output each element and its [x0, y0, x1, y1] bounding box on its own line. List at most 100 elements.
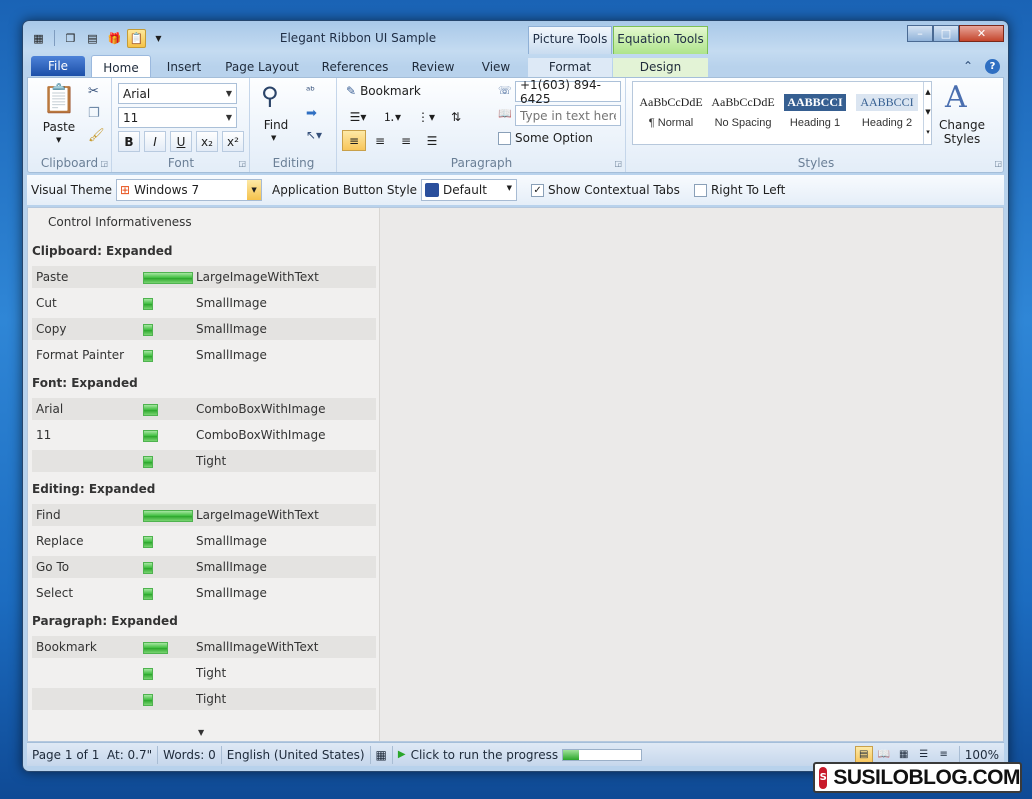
informativeness-slider[interactable] [143, 298, 153, 310]
document-icon[interactable]: ▤ [83, 29, 102, 48]
informativeness-slider[interactable] [143, 536, 153, 548]
font-launcher-icon[interactable]: ◲ [238, 159, 246, 168]
page-indicator[interactable]: Page 1 of 1 At: 0.7" [27, 745, 159, 764]
control-row[interactable]: 11 ComboBoxWithImage [32, 424, 376, 446]
bullets-icon[interactable]: ☰▾ [342, 106, 374, 127]
informativeness-slider[interactable] [143, 456, 153, 468]
scroll-down-icon[interactable]: ▼ [198, 728, 204, 737]
change-styles-button[interactable]: Change Styles [939, 118, 985, 146]
format-painter-icon[interactable]: 🖌 [88, 128, 105, 143]
word-count[interactable]: Words: 0 [158, 745, 222, 764]
bookmark-button[interactable]: ✎ Bookmark [346, 84, 421, 98]
replace-icon[interactable]: ᵃᵇ [306, 84, 315, 97]
macro-icon[interactable]: ▦ [371, 745, 393, 764]
align-center-icon[interactable]: ≡ [368, 130, 392, 151]
tab-home[interactable]: Home [91, 55, 151, 78]
numbering-icon[interactable]: ⒈▾ [376, 106, 408, 127]
sort-icon[interactable]: ⇅ [444, 106, 468, 127]
tab-review[interactable]: Review [405, 58, 461, 77]
close-button[interactable]: ✕ [959, 25, 1004, 42]
font-family-combo[interactable]: Arial ▼ [118, 83, 237, 104]
paste-icon[interactable]: 📋 [127, 28, 146, 48]
informativeness-slider[interactable] [143, 694, 153, 706]
tab-references[interactable]: References [317, 58, 393, 77]
draft-icon[interactable]: ≡ [935, 746, 953, 764]
font-size-combo[interactable]: 11 ▼ [118, 107, 237, 128]
text-input[interactable] [515, 105, 621, 126]
tab-insert[interactable]: Insert [158, 58, 210, 77]
zoom-level[interactable]: 100% [958, 745, 1004, 764]
style-no-spacing[interactable]: AaBbCcDdE No Spacing [707, 82, 779, 144]
minimize-button[interactable]: – [907, 25, 933, 42]
reading-layout-icon[interactable]: 📖 [875, 746, 893, 764]
italic-button[interactable]: I [144, 131, 166, 152]
control-row[interactable]: Tight [32, 688, 376, 710]
gallery-scroll[interactable]: ▲ ▼ ▾ [923, 82, 932, 144]
style-normal[interactable]: AaBbCcDdE ¶ Normal [635, 82, 707, 144]
print-layout-icon[interactable]: ▤ [854, 745, 873, 764]
control-row[interactable]: Tight [32, 662, 376, 684]
tab-page-layout[interactable]: Page Layout [221, 58, 303, 77]
informativeness-slider[interactable] [143, 642, 168, 654]
some-option-checkbox[interactable]: Some Option [498, 131, 593, 145]
multilevel-list-icon[interactable]: ⋮▾ [410, 106, 442, 127]
gift-icon[interactable]: 🎁 [105, 29, 124, 48]
find-dropdown-icon[interactable]: ▼ [271, 134, 276, 142]
language[interactable]: English (United States) [222, 745, 371, 764]
tab-design[interactable]: Design [613, 58, 708, 77]
underline-button[interactable]: U [170, 131, 192, 152]
justify-icon[interactable]: ☰ [420, 130, 444, 151]
informativeness-slider[interactable] [143, 324, 153, 336]
informativeness-slider[interactable] [143, 510, 193, 522]
control-row[interactable]: Paste LargeImageWithText [32, 266, 376, 288]
style-heading-2[interactable]: AABBCCI Heading 2 [851, 82, 923, 144]
tab-format[interactable]: Format [528, 58, 612, 77]
control-row[interactable]: Tight [32, 450, 376, 472]
tab-view[interactable]: View [473, 58, 519, 77]
copy-icon[interactable]: ❐ [61, 29, 80, 48]
file-button[interactable]: File [31, 56, 85, 76]
informativeness-slider[interactable] [143, 272, 193, 284]
phone-field[interactable]: +1(603) 894-6425 [515, 78, 621, 106]
paragraph-launcher-icon[interactable]: ◲ [614, 159, 622, 168]
minimize-ribbon-icon[interactable]: ⌃ [963, 59, 973, 73]
change-styles-icon[interactable]: A [945, 80, 967, 115]
find-button[interactable]: Find [261, 118, 291, 132]
cut-icon[interactable]: ✂ [88, 84, 99, 99]
align-left-icon[interactable]: ≡ [342, 130, 366, 151]
control-row[interactable]: Cut SmallImage [32, 292, 376, 314]
align-right-icon[interactable]: ≡ [394, 130, 418, 151]
control-row[interactable]: Format Painter SmallImage [32, 344, 376, 366]
binoculars-icon[interactable]: ⚲ [261, 82, 279, 110]
copy-small-icon[interactable]: ❐ [88, 106, 100, 121]
clipboard-launcher-icon[interactable]: ◲ [100, 159, 108, 168]
control-row[interactable]: Select SmallImage [32, 582, 376, 604]
control-row[interactable]: Go To SmallImage [32, 556, 376, 578]
control-row[interactable]: Bookmark SmallImageWithText [32, 636, 376, 658]
informativeness-slider[interactable] [143, 350, 153, 362]
informativeness-slider[interactable] [143, 668, 153, 680]
maximize-button[interactable]: □ [933, 25, 959, 42]
informativeness-slider[interactable] [143, 430, 158, 442]
outline-icon[interactable]: ☰ [915, 746, 933, 764]
go-to-arrow-icon[interactable]: ➡ [306, 106, 317, 121]
control-row[interactable]: Replace SmallImage [32, 530, 376, 552]
app-button-style-combo[interactable]: Default ▼ [421, 179, 518, 201]
control-row[interactable]: Arial ComboBoxWithImage [32, 398, 376, 420]
help-icon[interactable]: ? [985, 59, 1000, 74]
paste-button[interactable]: Paste [38, 120, 80, 134]
right-to-left-checkbox[interactable]: Right To Left [693, 183, 785, 197]
control-row[interactable]: Find LargeImageWithText [32, 504, 376, 526]
subscript-button[interactable]: x₂ [196, 131, 218, 152]
web-layout-icon[interactable]: ▦ [895, 746, 913, 764]
app-menu-icon[interactable]: ▦ [29, 29, 48, 48]
informativeness-slider[interactable] [143, 562, 153, 574]
bold-button[interactable]: B [118, 131, 140, 152]
visual-theme-combo[interactable]: ⊞ Windows 7 ▼ [116, 179, 263, 201]
control-row[interactable]: Copy SmallImage [32, 318, 376, 340]
show-contextual-tabs-checkbox[interactable]: ✓ Show Contextual Tabs [531, 183, 680, 197]
paste-large-icon[interactable]: 📋 [38, 82, 80, 118]
superscript-button[interactable]: x² [222, 131, 244, 152]
qat-dropdown-icon[interactable]: ▼ [149, 29, 168, 48]
paste-dropdown-icon[interactable]: ▼ [56, 136, 61, 144]
